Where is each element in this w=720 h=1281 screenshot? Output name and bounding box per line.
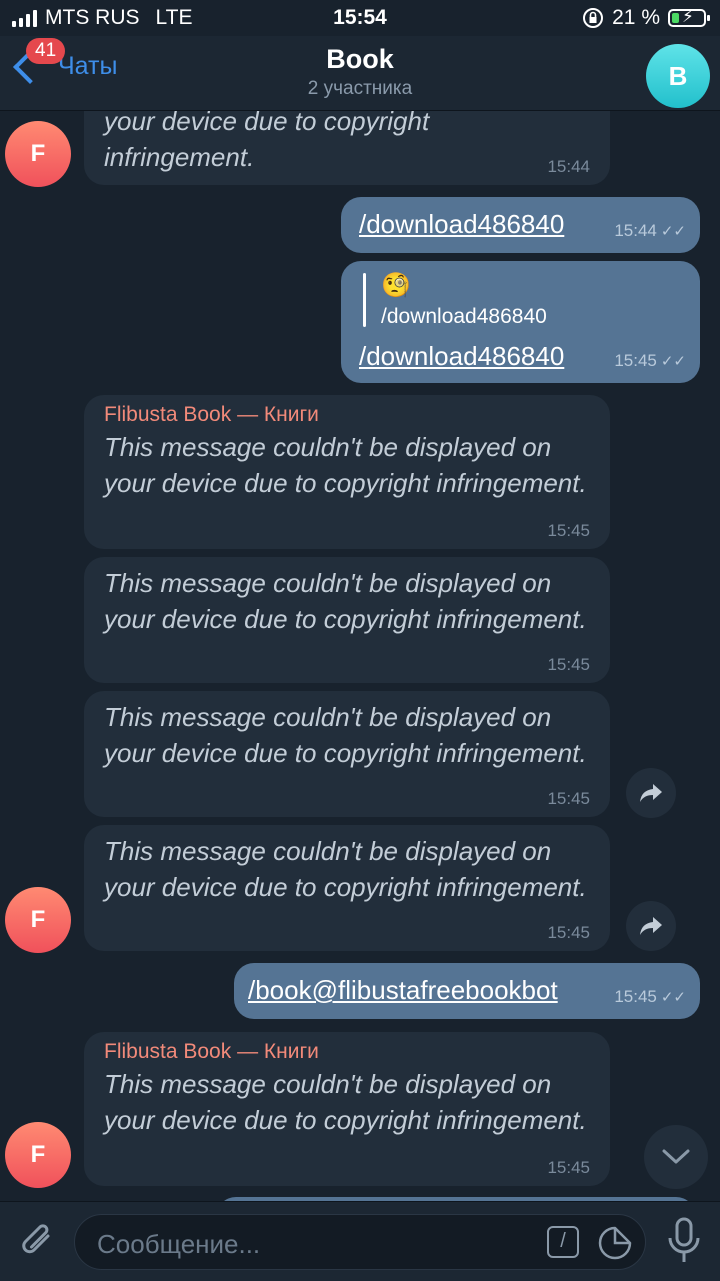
battery-percent: 21 % <box>612 6 660 29</box>
sender-name[interactable]: Flibusta Book — Книги <box>104 1040 319 1064</box>
chat-header: Чаты 41 Book 2 участника B <box>0 36 720 111</box>
sticker-icon[interactable] <box>597 1225 633 1261</box>
message-bubble-outgoing[interactable]: /book@flibustafreebookbot 15:45 ✓✓ <box>234 963 700 1019</box>
message-text: This message couldn't be displayed on yo… <box>104 568 587 634</box>
message-bubble-incoming[interactable]: This message couldn't be displayed on yo… <box>84 691 610 817</box>
command-link[interactable]: /book@flibustafreebookbot <box>248 975 558 1006</box>
message-input[interactable]: Сообщение... / <box>74 1214 646 1270</box>
share-button[interactable] <box>626 768 676 818</box>
message-bubble-incoming[interactable]: Flibusta Book — Книги This message could… <box>84 395 610 549</box>
message-time: 15:45 <box>547 789 590 808</box>
chat-subtitle: 2 участника <box>307 78 413 99</box>
message-bubble-outgoing-reply[interactable]: 🧐 /download486840 /download486840 15:45 ✓… <box>341 261 700 383</box>
command-link[interactable]: /download486840 <box>359 341 564 372</box>
message-time: 15:45 <box>547 521 590 540</box>
share-arrow-icon <box>640 917 662 935</box>
share-arrow-icon <box>640 784 662 802</box>
reply-bar <box>363 273 366 327</box>
bot-commands-icon[interactable]: / <box>547 1226 579 1258</box>
message-text: This message couldn't be displayed on yo… <box>104 836 587 902</box>
reply-emoji: 🧐 <box>381 272 411 299</box>
message-placeholder: Сообщение... <box>97 1229 261 1259</box>
message-list[interactable]: your device due to copyright infringemen… <box>0 111 720 1201</box>
message-bubble-incoming[interactable]: Flibusta Book — Книги This message could… <box>84 1032 610 1186</box>
message-bubble-incoming[interactable]: your device due to copyright infringemen… <box>84 111 610 185</box>
status-bar: MTS RUS LTE 15:54 21 % ⚡ <box>0 0 720 36</box>
command-link[interactable]: /download486840 <box>359 209 564 240</box>
message-text: This message couldn't be displayed on yo… <box>104 1069 587 1135</box>
read-checkmarks-icon: ✓✓ <box>660 223 686 240</box>
message-time: 15:45 <box>547 655 590 674</box>
message-bubble-incoming[interactable]: This message couldn't be displayed on yo… <box>84 825 610 951</box>
message-bubble-outgoing[interactable]: /download486840 15:44 ✓✓ <box>341 197 700 253</box>
chat-title[interactable]: Book <box>0 44 720 75</box>
read-checkmarks-icon: ✓✓ <box>660 989 686 1006</box>
share-button[interactable] <box>626 901 676 951</box>
reply-text: /download486840 <box>381 305 547 328</box>
message-time: 15:45 <box>547 1158 590 1177</box>
microphone-icon[interactable] <box>664 1216 704 1268</box>
scroll-down-button[interactable] <box>644 1125 708 1189</box>
message-time: 15:45 ✓✓ <box>614 987 686 1006</box>
sender-avatar[interactable]: F <box>5 887 71 953</box>
message-text: your device due to copyright infringemen… <box>104 111 430 172</box>
orientation-lock-icon <box>583 8 604 28</box>
message-time: 15:45 <box>547 923 590 942</box>
message-time: 15:45 ✓✓ <box>614 351 686 370</box>
message-time: 15:44 ✓✓ <box>614 221 686 240</box>
message-text: This message couldn't be displayed on yo… <box>104 702 587 768</box>
sender-avatar[interactable]: F <box>5 1122 71 1188</box>
status-right: 21 % ⚡ <box>582 6 710 30</box>
chat-avatar[interactable]: B <box>646 44 710 108</box>
battery-icon: ⚡ <box>668 7 710 27</box>
message-bubble-incoming[interactable]: This message couldn't be displayed on yo… <box>84 557 610 683</box>
sender-avatar[interactable]: F <box>5 121 71 187</box>
message-text: This message couldn't be displayed on yo… <box>104 432 587 498</box>
message-time: 15:44 <box>547 157 590 176</box>
paperclip-icon[interactable] <box>18 1220 58 1264</box>
read-checkmarks-icon: ✓✓ <box>660 353 686 370</box>
input-bar: Сообщение... / <box>0 1201 720 1281</box>
chevron-down-icon <box>662 1149 690 1164</box>
sender-name[interactable]: Flibusta Book — Книги <box>104 403 319 427</box>
